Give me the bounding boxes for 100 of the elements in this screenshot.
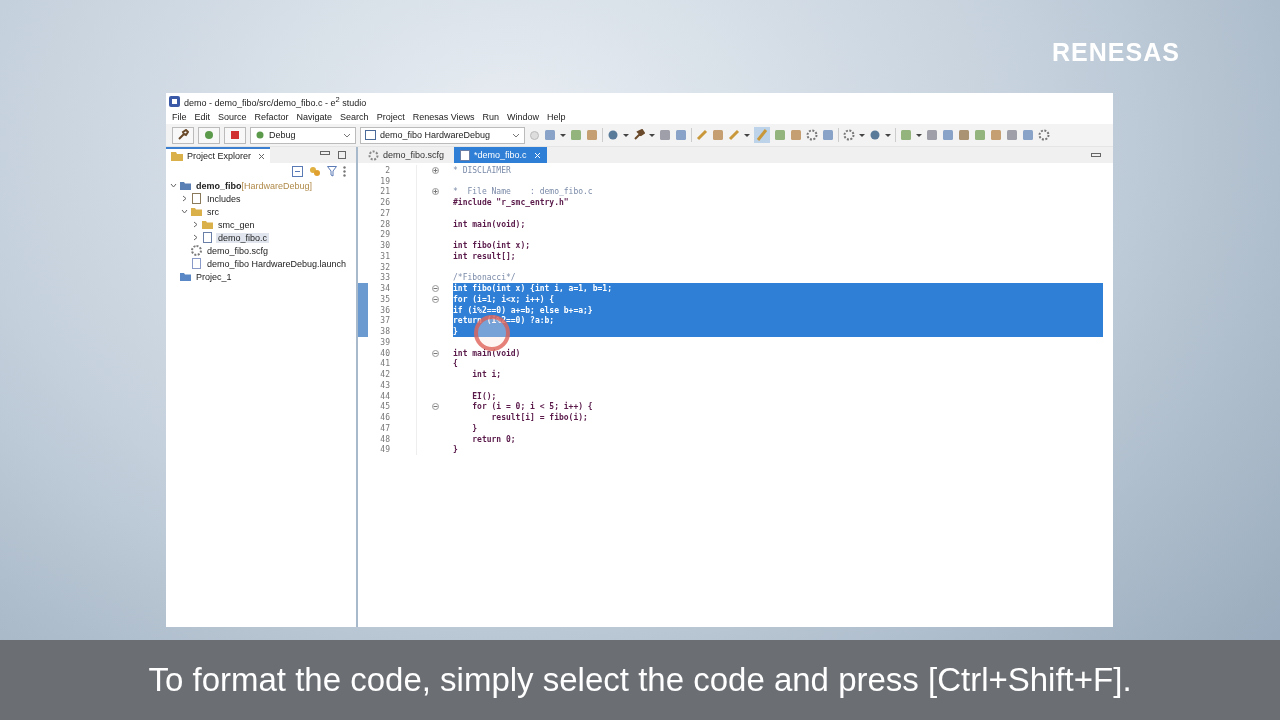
tree-item[interactable]: Includes bbox=[205, 193, 243, 204]
tree-item[interactable]: demo_fibo[HardwareDebug] bbox=[194, 180, 315, 191]
collapse-icon[interactable] bbox=[431, 349, 439, 357]
menu-item[interactable]: Navigate bbox=[296, 111, 333, 122]
menu-item[interactable]: Source bbox=[218, 111, 247, 122]
line-number: 26 bbox=[379, 198, 390, 208]
build-button[interactable] bbox=[172, 126, 194, 144]
line-number: 38 bbox=[379, 327, 390, 337]
square-icon[interactable] bbox=[570, 129, 582, 141]
square-icon[interactable] bbox=[586, 129, 598, 141]
line-number: 21 bbox=[379, 187, 390, 197]
close-icon[interactable] bbox=[258, 152, 266, 160]
menu-item[interactable]: Run bbox=[482, 111, 500, 122]
dropdown-arrow-icon[interactable] bbox=[649, 133, 655, 137]
line-number: 19 bbox=[379, 176, 390, 186]
square-icon[interactable] bbox=[712, 129, 724, 141]
chevron-down-icon bbox=[512, 132, 520, 138]
dropdown-arrow-icon[interactable] bbox=[916, 133, 922, 137]
square-icon[interactable] bbox=[926, 129, 938, 141]
code-line: * DISCLAIMER bbox=[453, 165, 512, 176]
square-icon[interactable] bbox=[990, 129, 1002, 141]
chevron-right-icon[interactable] bbox=[181, 195, 188, 202]
line-number: 47 bbox=[379, 423, 390, 433]
window-title: demo - demo_fibo/src/demo_fibo.c - e$^{2}$ studio bbox=[184, 94, 367, 108]
project-explorer-tab[interactable]: Project Explorer bbox=[166, 147, 271, 163]
square-icon[interactable] bbox=[774, 129, 786, 141]
line-number: 31 bbox=[379, 251, 390, 261]
folder-icon bbox=[191, 206, 202, 217]
square-icon[interactable] bbox=[659, 129, 671, 141]
chevron-right-icon[interactable] bbox=[192, 234, 199, 241]
maximize-icon[interactable] bbox=[338, 151, 346, 159]
chevron-right-icon[interactable] bbox=[192, 221, 199, 228]
dropdown-arrow-icon[interactable] bbox=[744, 133, 750, 137]
circle-icon[interactable] bbox=[869, 129, 881, 141]
menu-item[interactable]: Renesas Views bbox=[412, 111, 475, 122]
link-icon[interactable] bbox=[309, 166, 321, 177]
tree-item[interactable]: smc_gen bbox=[216, 219, 257, 230]
square-icon[interactable] bbox=[790, 129, 802, 141]
square-icon[interactable] bbox=[900, 129, 912, 141]
collapse-icon[interactable] bbox=[431, 403, 439, 411]
circle-icon[interactable] bbox=[607, 129, 619, 141]
square-icon[interactable] bbox=[974, 129, 986, 141]
line-number: 34 bbox=[379, 284, 390, 294]
code-line: int result[]; bbox=[453, 251, 517, 262]
pencil-icon[interactable] bbox=[728, 129, 740, 141]
launch-config-dropdown[interactable]: demo_fibo HardwareDebug bbox=[360, 126, 525, 144]
dropdown-arrow-icon[interactable] bbox=[859, 133, 865, 137]
code-line: int main(void); bbox=[453, 218, 527, 230]
square-icon[interactable] bbox=[958, 129, 970, 141]
menu-item[interactable]: File bbox=[172, 111, 187, 122]
debug-button[interactable] bbox=[198, 126, 220, 144]
collapse-icon[interactable] bbox=[431, 285, 439, 293]
editor-tab[interactable]: demo_fibo.scfg bbox=[362, 147, 451, 163]
line-number: 29 bbox=[379, 230, 390, 240]
collapse-icon[interactable] bbox=[431, 295, 439, 303]
line-number: 33 bbox=[379, 273, 390, 283]
dropdown-arrow-icon[interactable] bbox=[885, 133, 891, 137]
square-icon[interactable] bbox=[822, 129, 834, 141]
menu-item[interactable]: Window bbox=[507, 111, 540, 122]
filter-icon[interactable] bbox=[327, 166, 337, 177]
window-icon bbox=[365, 130, 376, 140]
tree-item[interactable]: src bbox=[205, 206, 221, 217]
square-icon[interactable] bbox=[942, 129, 954, 141]
launch-mode-dropdown[interactable]: Debug bbox=[250, 126, 356, 144]
tree-item[interactable]: demo_fibo HardwareDebug.launch bbox=[205, 258, 349, 269]
minimize-icon[interactable] bbox=[1091, 153, 1101, 157]
menu-item[interactable]: Refactor bbox=[254, 111, 289, 122]
code-line: #include "r_smc_entry.h" bbox=[453, 197, 570, 208]
code-line: result[i] = fibo(i); bbox=[490, 412, 589, 423]
square-icon[interactable] bbox=[1022, 129, 1034, 141]
menu-item[interactable]: Project bbox=[376, 111, 405, 122]
dropdown-arrow-icon[interactable] bbox=[623, 133, 629, 137]
code-line: int i; bbox=[471, 369, 503, 380]
more-icon[interactable] bbox=[343, 166, 346, 177]
square-icon[interactable] bbox=[544, 129, 556, 141]
chevron-down-icon[interactable] bbox=[170, 182, 177, 189]
stop-button[interactable] bbox=[224, 126, 246, 144]
hammer-icon[interactable] bbox=[633, 129, 645, 141]
expand-icon[interactable] bbox=[431, 188, 439, 196]
expand-icon[interactable] bbox=[431, 166, 439, 174]
editor-tab[interactable]: *demo_fibo.c bbox=[454, 147, 547, 163]
code-line: int fibo(int x); bbox=[453, 240, 532, 251]
pencil-icon[interactable] bbox=[696, 129, 708, 141]
minimize-icon[interactable] bbox=[320, 151, 330, 155]
menu-item[interactable]: Search bbox=[340, 111, 369, 122]
tree-item[interactable]: demo_fibo.c bbox=[216, 232, 270, 243]
menu-item[interactable]: Edit bbox=[194, 111, 211, 122]
code-line: /*Fibonacci*/ bbox=[453, 272, 517, 283]
menu-item[interactable]: Help bbox=[547, 111, 566, 122]
line-number: 39 bbox=[379, 337, 390, 347]
dropdown-arrow-icon[interactable] bbox=[560, 133, 566, 137]
line-number: 35 bbox=[379, 294, 390, 304]
chevron-down-icon[interactable] bbox=[181, 208, 188, 215]
hammer-icon bbox=[177, 129, 189, 141]
square-icon[interactable] bbox=[675, 129, 687, 141]
square-icon[interactable] bbox=[1006, 129, 1018, 141]
tree-item[interactable]: demo_fibo.scfg bbox=[205, 245, 271, 256]
line-number: 48 bbox=[379, 434, 390, 444]
collapse-all-icon[interactable] bbox=[292, 166, 303, 177]
tree-item[interactable]: Projec_1 bbox=[194, 271, 234, 282]
